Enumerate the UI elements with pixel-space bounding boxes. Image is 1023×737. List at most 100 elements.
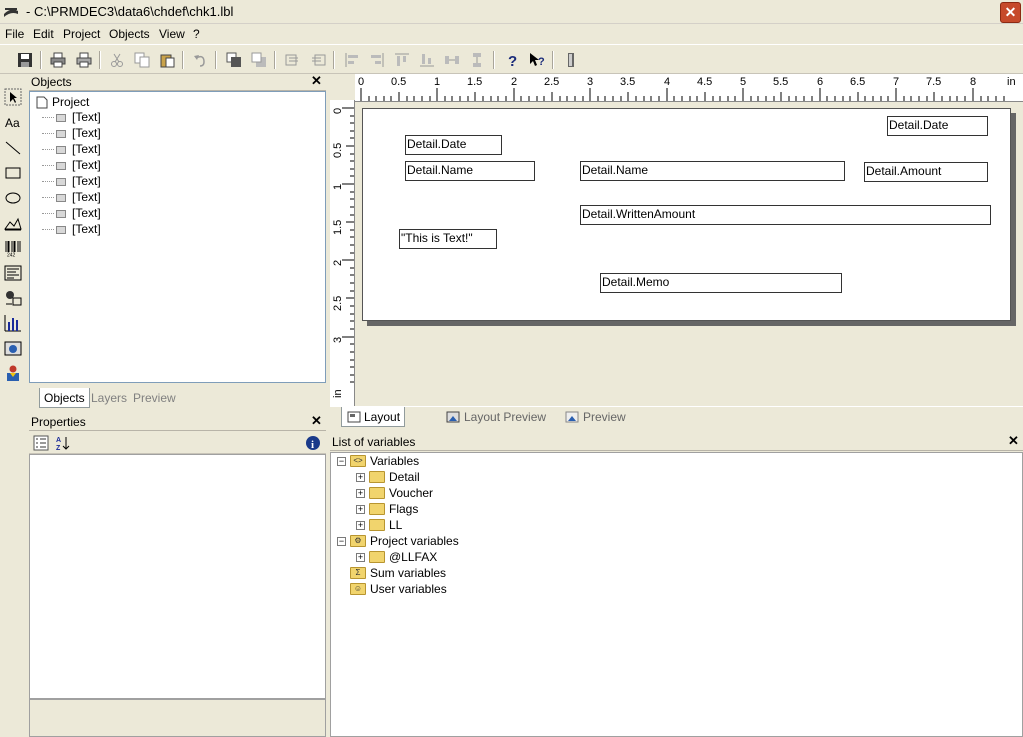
variables-tree[interactable]: − <> Variables + Detail + Voucher + Flags +… (330, 452, 1023, 737)
info-button[interactable]: i (302, 432, 324, 454)
text-tool[interactable]: Aa (2, 112, 24, 134)
objects-tree[interactable]: Project [Text] [Text] [Text] [Text] [Tex… (29, 91, 326, 383)
properties-panel-title: Properties (31, 415, 86, 429)
ole-object-tool[interactable] (2, 337, 24, 359)
objects-panel-title: Objects (31, 75, 72, 89)
barcode-tool[interactable]: 242 (2, 237, 24, 259)
formatted-text-tool[interactable] (2, 262, 24, 284)
tab-layout-preview[interactable]: Layout Preview (442, 407, 550, 427)
expand-icon[interactable]: + (356, 488, 365, 498)
tree-item-text[interactable]: [Text] (42, 206, 101, 222)
tab-objects[interactable]: Objects (39, 388, 90, 408)
menu-objects[interactable]: Objects (109, 27, 150, 41)
categorized-icon (33, 435, 49, 451)
user-variables-node[interactable]: ☺ User variables (350, 581, 447, 597)
properties-list[interactable] (29, 454, 326, 699)
tree-item-text[interactable]: [Text] (42, 222, 101, 238)
menu-view[interactable]: View (159, 27, 185, 41)
field-detail-date-right[interactable]: Detail.Date (887, 116, 988, 136)
variables-root-node[interactable]: − <> Variables (337, 453, 419, 469)
chart-tool[interactable] (2, 312, 24, 334)
ellipse-tool[interactable] (2, 187, 24, 209)
space-horizontal-button[interactable] (441, 49, 463, 71)
collapse-icon[interactable]: − (337, 456, 346, 466)
project-variables-node[interactable]: − ⚙ Project variables (337, 533, 459, 549)
menu-file[interactable]: File (5, 27, 24, 41)
menu-help[interactable]: ? (193, 27, 200, 41)
line-tool[interactable] (2, 137, 24, 159)
tree-item-text[interactable]: [Text] (42, 174, 101, 190)
ruler-label: 6 (817, 76, 824, 88)
align-top-button[interactable] (391, 49, 413, 71)
menu-project[interactable]: Project (63, 27, 100, 41)
close-variables-panel-button[interactable]: ✕ (1007, 434, 1020, 448)
field-detail-name-left[interactable]: Detail.Name (405, 161, 535, 181)
copy-button[interactable] (131, 49, 153, 71)
text-object-icon (56, 113, 66, 122)
expand-icon[interactable]: + (356, 472, 365, 482)
close-properties-panel-button[interactable]: ✕ (310, 414, 323, 428)
form-control-tool[interactable] (2, 287, 24, 309)
tab-layout[interactable]: Layout (341, 407, 406, 427)
tree-item-text[interactable]: [Text] (42, 110, 101, 126)
menu-edit[interactable]: Edit (33, 27, 54, 41)
tab-preview[interactable]: Preview (129, 388, 180, 408)
categorized-button[interactable] (30, 432, 52, 454)
sort-alphabetical-button[interactable]: AZ (52, 432, 74, 454)
tree-item-text[interactable]: [Text] (42, 142, 101, 158)
folder-icon (369, 487, 385, 499)
expand-icon[interactable]: + (356, 504, 365, 514)
print-preview-button[interactable] (73, 49, 95, 71)
variable-group-voucher[interactable]: + Voucher (356, 485, 433, 501)
context-help-button[interactable]: ? (526, 49, 548, 71)
tree-item-label: [Text] (72, 190, 101, 204)
variables-folder-icon: <> (350, 455, 366, 467)
save-button[interactable] (14, 49, 36, 71)
printer-icon (50, 52, 66, 68)
undo-button[interactable] (189, 49, 211, 71)
close-objects-panel-button[interactable]: ✕ (310, 74, 323, 88)
variable-group-detail[interactable]: + Detail (356, 469, 420, 485)
variable-group-llfax[interactable]: + @LLFAX (356, 549, 437, 565)
variable-group-ll[interactable]: + LL (356, 517, 402, 533)
cut-button[interactable] (106, 49, 128, 71)
rectangle-tool[interactable] (2, 162, 24, 184)
tab-layers[interactable]: Layers (87, 388, 131, 408)
tree-root-project[interactable]: Project (36, 95, 89, 109)
tree-item-text[interactable]: [Text] (42, 190, 101, 206)
drawing-tool[interactable] (2, 212, 24, 234)
tab-preview-main[interactable]: Preview (561, 407, 630, 427)
align-right-button[interactable] (366, 49, 388, 71)
collapse-icon[interactable]: − (337, 536, 346, 546)
field-literal-text[interactable]: "This is Text!" (399, 229, 497, 249)
bring-to-front-button[interactable] (223, 49, 245, 71)
field-detail-date-left[interactable]: Detail.Date (405, 135, 502, 155)
project-include-tool[interactable] (2, 362, 24, 384)
help-button[interactable]: ? (501, 49, 523, 71)
ungroup-button[interactable] (307, 49, 329, 71)
field-detail-written-amount[interactable]: Detail.WrittenAmount (580, 205, 991, 225)
tree-item-label: [Text] (72, 174, 101, 188)
sum-variables-node[interactable]: Σ Sum variables (350, 565, 446, 581)
label-page[interactable]: Detail.Date Detail.Date Detail.Name Deta… (362, 108, 1011, 321)
expand-icon[interactable]: + (356, 520, 365, 530)
rectangle-icon (5, 167, 21, 179)
space-vertical-button[interactable] (466, 49, 488, 71)
variable-group-flags[interactable]: + Flags (356, 501, 418, 517)
layout-preview-icon (446, 411, 460, 423)
field-detail-name-mid[interactable]: Detail.Name (580, 161, 845, 181)
tree-item-text[interactable]: [Text] (42, 126, 101, 142)
print-button[interactable] (47, 49, 69, 71)
select-tool[interactable] (2, 86, 24, 108)
group-button[interactable] (282, 49, 304, 71)
expand-icon[interactable]: + (356, 552, 365, 562)
align-left-button[interactable] (341, 49, 363, 71)
close-window-button[interactable]: ✕ (1000, 2, 1021, 23)
paste-button[interactable] (156, 49, 178, 71)
send-to-back-button[interactable] (248, 49, 270, 71)
field-detail-amount[interactable]: Detail.Amount (864, 162, 988, 182)
field-detail-memo[interactable]: Detail.Memo (600, 273, 842, 293)
exit-button[interactable] (560, 49, 582, 71)
tree-item-text[interactable]: [Text] (42, 158, 101, 174)
align-bottom-button[interactable] (416, 49, 438, 71)
